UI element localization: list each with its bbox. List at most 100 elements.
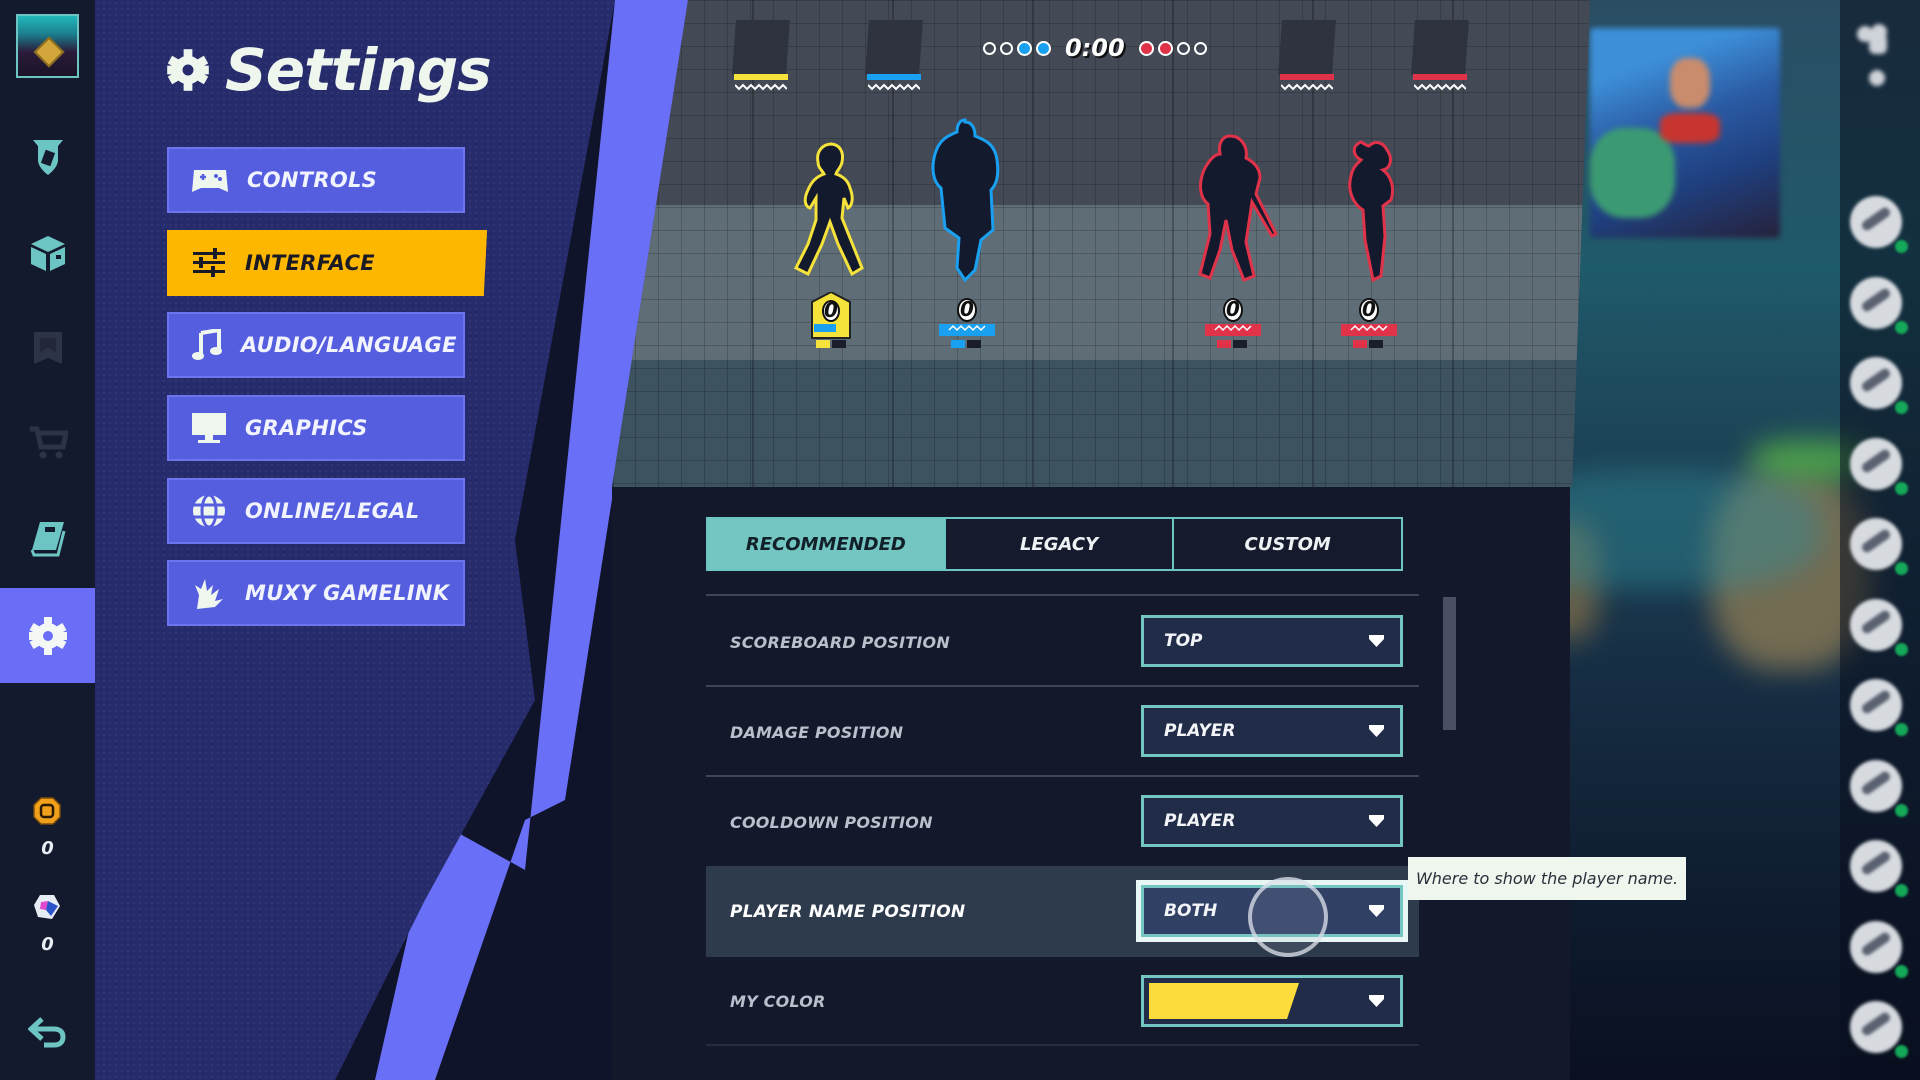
fighter-silhouette-red-1 bbox=[1198, 134, 1279, 282]
online-status-icon bbox=[1895, 1045, 1908, 1058]
online-status-icon bbox=[1895, 481, 1908, 495]
friend-avatar-icon[interactable] bbox=[1850, 920, 1902, 973]
friends-header[interactable] bbox=[1843, 18, 1903, 88]
menu-controls-label: CONTROLS bbox=[247, 168, 378, 192]
friend-avatar-icon[interactable] bbox=[1850, 598, 1902, 651]
online-status-icon bbox=[1895, 723, 1908, 736]
damage-marker-player-3: 0 bbox=[1203, 296, 1263, 356]
hud-slot-player-2 bbox=[865, 20, 923, 91]
divider bbox=[706, 1044, 1419, 1046]
cart-icon bbox=[29, 426, 68, 458]
damage-value: 0 bbox=[1226, 297, 1240, 321]
menu-online-label: ONLINE/LEGAL bbox=[245, 499, 420, 523]
option-label: PLAYER NAME POSITION bbox=[730, 901, 966, 922]
fighter-silhouette-yellow bbox=[793, 142, 864, 277]
menu-graphics[interactable]: GRAPHICS bbox=[167, 395, 465, 461]
menu-interface[interactable]: INTERFACE bbox=[167, 230, 487, 296]
preset-tabs: RECOMMENDED LEGACY CUSTOM bbox=[706, 517, 1403, 571]
menu-audio-label: AUDIO/LANGUAGE bbox=[241, 333, 457, 357]
divider bbox=[706, 594, 1419, 596]
friend-avatar-icon[interactable] bbox=[1850, 679, 1902, 731]
dropdown-value: PLAYER bbox=[1164, 811, 1236, 831]
player-name-position-dropdown[interactable]: BOTH bbox=[1141, 885, 1403, 937]
music-note-icon bbox=[192, 329, 222, 360]
hud-slot-player-1 bbox=[732, 20, 790, 91]
tab-custom[interactable]: CUSTOM bbox=[1174, 519, 1401, 569]
online-status-icon bbox=[1895, 803, 1908, 817]
gear-icon bbox=[28, 616, 67, 655]
rail-item-collection[interactable] bbox=[0, 205, 95, 300]
friend-avatar-icon[interactable] bbox=[1850, 357, 1902, 409]
stock-red-empty bbox=[1176, 41, 1190, 55]
rail-item-event[interactable] bbox=[0, 300, 95, 395]
stock-blue-empty bbox=[1000, 41, 1013, 55]
page-title: Settings bbox=[165, 36, 492, 104]
profile-avatar[interactable] bbox=[16, 14, 79, 78]
rail-item-codex[interactable] bbox=[0, 490, 95, 585]
menu-muxy-gamelink[interactable]: MUXY GAMELINK bbox=[167, 560, 465, 626]
friends-icon bbox=[1857, 24, 1887, 86]
fox-icon bbox=[195, 579, 223, 609]
scoreboard-position-dropdown[interactable]: TOP bbox=[1141, 615, 1403, 667]
icon-rail: 0 0 bbox=[0, 0, 95, 1080]
damage-value: 0 bbox=[960, 297, 974, 321]
stock-red-empty bbox=[1193, 41, 1207, 55]
online-status-icon bbox=[1895, 642, 1908, 656]
friend-avatar-icon[interactable] bbox=[1850, 1001, 1902, 1053]
banner-icon bbox=[33, 331, 62, 364]
currency-gem-value: 0 bbox=[41, 934, 54, 955]
menu-controls[interactable]: CONTROLS bbox=[167, 147, 465, 213]
option-label: DAMAGE POSITION bbox=[730, 722, 904, 742]
book-icon bbox=[30, 521, 65, 556]
stock-red-filled bbox=[1138, 40, 1154, 56]
tab-recommended[interactable]: RECOMMENDED bbox=[708, 519, 946, 569]
cooldown-position-dropdown[interactable]: PLAYER bbox=[1141, 795, 1403, 847]
box-icon bbox=[30, 235, 65, 271]
gear-icon bbox=[167, 49, 209, 91]
friend-avatar-icon[interactable] bbox=[1850, 276, 1902, 329]
my-color-dropdown[interactable] bbox=[1141, 975, 1403, 1027]
pendant-avatar-icon bbox=[33, 36, 65, 68]
divider bbox=[706, 685, 1419, 687]
caret-down-icon bbox=[1369, 815, 1384, 827]
back-button[interactable] bbox=[0, 985, 95, 1080]
caret-down-icon bbox=[1369, 905, 1384, 917]
gem-icon bbox=[34, 895, 60, 919]
stock-blue-filled bbox=[1036, 40, 1051, 56]
damage-value: 0 bbox=[1362, 297, 1376, 321]
gold-coin-icon bbox=[33, 797, 61, 825]
friend-avatar-icon[interactable] bbox=[1850, 759, 1902, 812]
menu-graphics-label: GRAPHICS bbox=[245, 416, 368, 440]
online-status-icon bbox=[1895, 320, 1908, 334]
stock-red-filled bbox=[1157, 40, 1173, 56]
options-scrollbar[interactable] bbox=[1443, 597, 1456, 730]
friend-avatar-icon[interactable] bbox=[1850, 518, 1902, 570]
hud-slot-player-3 bbox=[1278, 20, 1336, 91]
friend-avatar-icon[interactable] bbox=[1850, 437, 1902, 490]
battlepass-shield-icon bbox=[32, 139, 63, 175]
menu-online-legal[interactable]: ONLINE/LEGAL bbox=[167, 478, 465, 544]
gamepad-icon bbox=[192, 170, 228, 192]
fighter-silhouette-blue bbox=[931, 118, 1000, 283]
timer-text: 0:00 bbox=[1065, 34, 1125, 62]
dropdown-value: TOP bbox=[1164, 631, 1203, 651]
stock-blue-empty bbox=[983, 41, 996, 55]
stock-blue-filled bbox=[1017, 40, 1032, 56]
caret-down-icon bbox=[1369, 725, 1384, 737]
page-title-text: Settings bbox=[225, 36, 492, 104]
online-status-icon bbox=[1895, 562, 1908, 575]
rail-item-settings[interactable] bbox=[0, 588, 95, 683]
color-swatch bbox=[1149, 983, 1299, 1019]
rail-item-battle-pass[interactable] bbox=[0, 110, 95, 205]
back-arrow-icon bbox=[27, 1016, 66, 1047]
online-status-icon bbox=[1895, 401, 1908, 414]
menu-audio-language[interactable]: AUDIO/LANGUAGE bbox=[167, 312, 465, 378]
friend-avatar-icon[interactable] bbox=[1850, 840, 1902, 892]
caret-down-icon bbox=[1369, 995, 1384, 1007]
option-label: COOLDOWN POSITION bbox=[730, 812, 933, 832]
rail-item-store[interactable] bbox=[0, 395, 95, 490]
featured-thumbnail[interactable] bbox=[1590, 28, 1780, 238]
tab-legacy[interactable]: LEGACY bbox=[945, 519, 1175, 569]
friend-avatar-icon[interactable] bbox=[1850, 196, 1902, 248]
damage-position-dropdown[interactable]: PLAYER bbox=[1141, 705, 1403, 757]
